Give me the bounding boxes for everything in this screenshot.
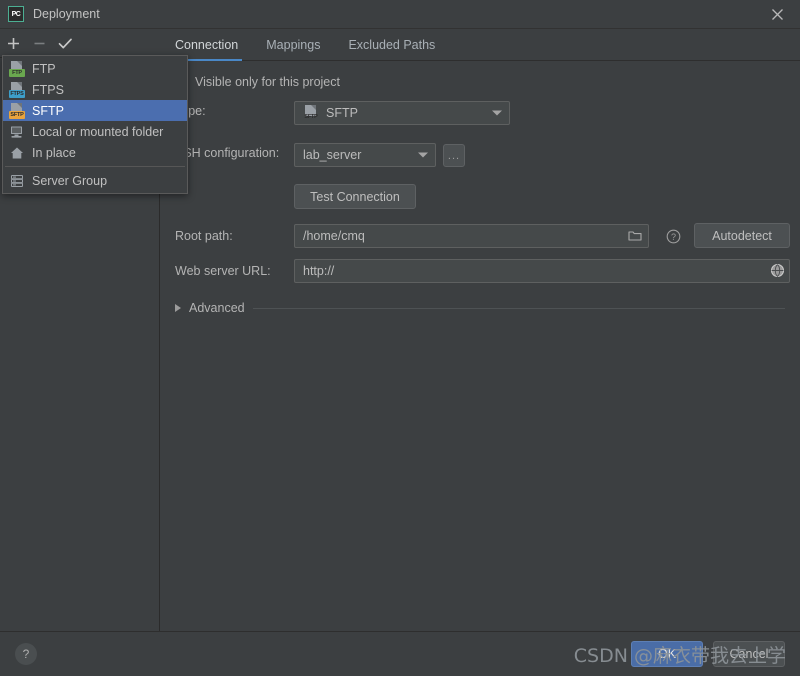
sftp-badge-label: SFTP <box>9 110 25 119</box>
advanced-label: Advanced <box>189 301 245 315</box>
menu-item-label: FTP <box>32 61 56 76</box>
advanced-separator <box>252 307 785 309</box>
cancel-button[interactable]: Cancel <box>713 641 785 667</box>
menu-item-ftps[interactable]: FTPS FTPS <box>3 79 187 100</box>
tab-excluded-paths[interactable]: Excluded Paths <box>334 29 449 60</box>
add-server-button[interactable] <box>0 30 26 56</box>
menu-item-label: In place <box>32 145 76 160</box>
chevron-down-icon <box>492 110 502 116</box>
menu-item-label: Local or mounted folder <box>32 124 164 139</box>
ssh-configuration-label: SSH configuration: <box>175 146 280 160</box>
ok-button[interactable]: OK <box>631 641 703 667</box>
connection-form: Visible only for this project Type: SFTP… <box>161 61 800 631</box>
menu-separator <box>5 166 185 167</box>
set-default-server-button[interactable] <box>52 30 78 56</box>
dialog-button-bar: ? OK Cancel <box>0 631 800 676</box>
ftp-icon: FTP <box>9 60 25 77</box>
web-server-url-input[interactable]: http:// <box>294 259 790 283</box>
add-server-type-menu[interactable]: FTP FTP FTPS FTPS SFTP SFTP Local or mou… <box>2 55 188 194</box>
chevron-down-icon <box>418 152 428 158</box>
menu-item-local-or-mounted-folder[interactable]: Local or mounted folder <box>3 121 187 142</box>
web-server-url-value: http:// <box>303 264 335 278</box>
visible-only-checkbox-row[interactable]: Visible only for this project <box>175 75 340 89</box>
ssh-configuration-combo[interactable]: lab_server <box>294 143 436 167</box>
folder-open-icon[interactable] <box>625 227 645 245</box>
triangle-right-icon <box>175 304 181 312</box>
type-combo[interactable]: SFTP SFTP <box>294 101 510 125</box>
type-combo-value: SFTP <box>326 106 358 120</box>
ssh-configuration-value: lab_server <box>303 148 362 162</box>
menu-item-in-place[interactable]: In place <box>3 142 187 163</box>
advanced-section-header[interactable]: Advanced <box>175 301 785 315</box>
home-icon <box>9 145 25 161</box>
root-path-input[interactable]: /home/cmq <box>294 224 649 248</box>
root-path-label-wrapper: Root path: <box>175 229 233 243</box>
autodetect-button[interactable]: Autodetect <box>694 223 790 248</box>
ftp-badge-label: FTP <box>9 68 25 77</box>
menu-item-label: FTPS <box>32 82 64 97</box>
deployment-dialog: PC Deployment Connection Mappings Exclud… <box>0 0 800 676</box>
menu-item-sftp[interactable]: SFTP SFTP <box>3 100 187 121</box>
sftp-icon: SFTP <box>303 105 319 121</box>
menu-item-label: SFTP <box>32 103 64 118</box>
tab-mappings[interactable]: Mappings <box>252 29 334 60</box>
folder-mounted-icon <box>9 124 25 140</box>
root-path-help-icon[interactable]: ? <box>661 224 685 248</box>
menu-item-label: Server Group <box>32 173 108 188</box>
window-title: Deployment <box>33 7 100 21</box>
close-icon[interactable] <box>754 0 800 29</box>
help-button[interactable]: ? <box>15 643 37 665</box>
menu-item-ftp[interactable]: FTP FTP <box>3 58 187 79</box>
pycharm-logo-icon: PC <box>8 6 24 22</box>
web-server-url-label-wrapper: Web server URL: <box>175 264 271 278</box>
ssh-configuration-browse-button[interactable]: ... <box>443 144 465 167</box>
title-bar: PC Deployment <box>0 0 800 29</box>
web-server-url-label: Web server URL: <box>175 264 271 278</box>
ftps-badge-label: FTPS <box>9 89 25 98</box>
sftp-icon: SFTP <box>9 102 25 119</box>
visible-only-label: Visible only for this project <box>195 75 340 89</box>
svg-text:?: ? <box>670 232 675 242</box>
ftps-icon: FTPS <box>9 81 25 98</box>
remove-server-button[interactable] <box>26 30 52 56</box>
server-group-icon <box>9 173 25 189</box>
sftp-badge-label: SFTP <box>304 114 318 120</box>
globe-icon[interactable] <box>770 263 785 281</box>
menu-item-server-group[interactable]: Server Group <box>3 170 187 191</box>
tab-bar: Connection Mappings Excluded Paths <box>161 29 800 61</box>
test-connection-button[interactable]: Test Connection <box>294 184 416 209</box>
root-path-value: /home/cmq <box>303 229 365 243</box>
server-list-toolbar <box>0 29 160 58</box>
ssh-config-label-wrapper: SSH configuration: <box>175 146 279 160</box>
root-path-label: Root path: <box>175 229 233 243</box>
